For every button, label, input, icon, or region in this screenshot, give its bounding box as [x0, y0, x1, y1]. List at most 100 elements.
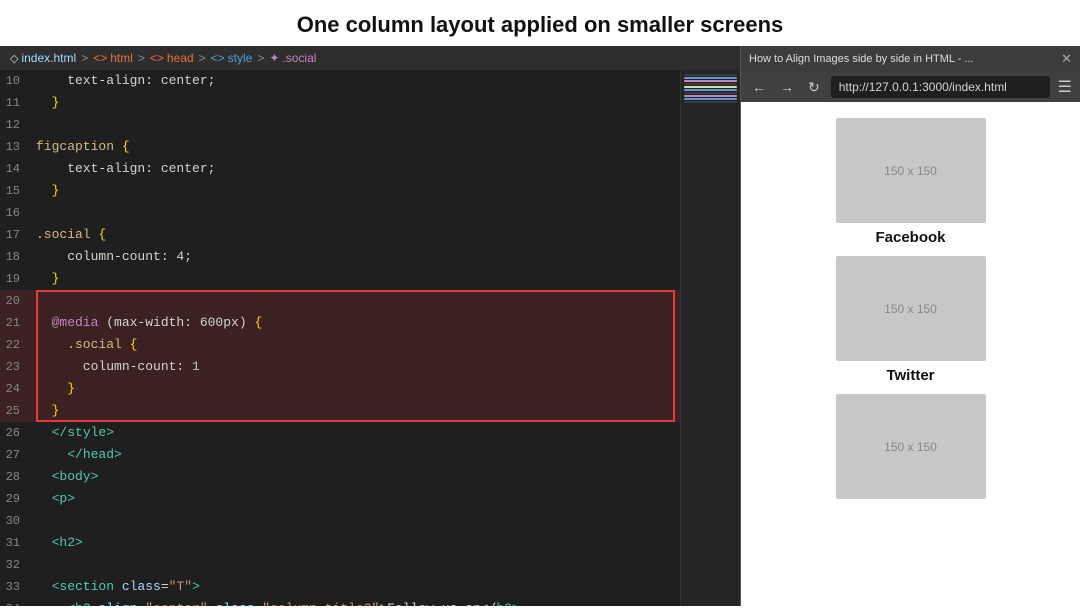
- line-number: 27: [0, 444, 36, 466]
- line-number: 32: [0, 554, 36, 576]
- line-number: 19: [0, 268, 36, 290]
- minimap-line: [684, 74, 737, 76]
- social-item: 150 x 150: [836, 394, 986, 499]
- breadcrumb-social: ✦ .social: [269, 51, 316, 65]
- line-code: }: [36, 378, 740, 400]
- placeholder-image: 150 x 150: [836, 256, 986, 361]
- minimap-line: [684, 80, 737, 82]
- code-line: 31 <h2>: [0, 532, 740, 554]
- line-number: 31: [0, 532, 36, 554]
- style-icon: <>: [211, 51, 225, 65]
- line-code: column-count: 4;: [36, 246, 740, 268]
- line-code: <h2 align="center" class="column-title2"…: [36, 598, 740, 606]
- line-code: <h2>: [36, 532, 740, 554]
- url-bar[interactable]: http://127.0.0.1:3000/index.html: [831, 76, 1050, 98]
- head-icon: <>: [150, 51, 164, 65]
- minimap-line: [684, 86, 737, 88]
- line-number: 23: [0, 356, 36, 378]
- social-icon: ✦: [269, 51, 279, 65]
- file-icon: ◇: [10, 52, 18, 65]
- line-number: 22: [0, 334, 36, 356]
- line-number: 30: [0, 510, 36, 532]
- minimap-line: [684, 83, 737, 85]
- line-code: }: [36, 400, 740, 422]
- code-line: 14 text-align: center;: [0, 158, 740, 180]
- minimap: [680, 70, 740, 606]
- line-code: </head>: [36, 444, 740, 466]
- line-number: 16: [0, 202, 36, 224]
- code-line: 12: [0, 114, 740, 136]
- line-number: 12: [0, 114, 36, 136]
- code-line: 17.social {: [0, 224, 740, 246]
- line-code: text-align: center;: [36, 70, 740, 92]
- line-code: .social {: [36, 224, 740, 246]
- line-number: 24: [0, 378, 36, 400]
- minimap-line: [684, 98, 737, 100]
- line-number: 21: [0, 312, 36, 334]
- line-number: 25: [0, 400, 36, 422]
- code-line: 11 }: [0, 92, 740, 114]
- breadcrumb-sep3: >: [199, 51, 206, 65]
- social-item: 150 x 150Facebook: [836, 118, 986, 246]
- line-number: 14: [0, 158, 36, 180]
- code-line: 16: [0, 202, 740, 224]
- code-line: 22 .social {: [0, 334, 740, 356]
- page-title: One column layout applied on smaller scr…: [0, 0, 1080, 46]
- line-number: 10: [0, 70, 36, 92]
- line-code: <p>: [36, 488, 740, 510]
- code-line: 34 <h2 align="center" class="column-titl…: [0, 598, 740, 606]
- minimap-line: [684, 89, 737, 91]
- code-line: 18 column-count: 4;: [0, 246, 740, 268]
- minimap-line: [684, 77, 737, 79]
- line-code: }: [36, 180, 740, 202]
- line-number: 13: [0, 136, 36, 158]
- url-text: http://127.0.0.1:3000/index.html: [839, 80, 1007, 94]
- breadcrumb-style: <> style: [211, 51, 253, 65]
- line-number: 15: [0, 180, 36, 202]
- browser-tab-title: How to Align Images side by side in HTML…: [749, 53, 1055, 65]
- code-line: 28 <body>: [0, 466, 740, 488]
- code-line: 23 column-count: 1: [0, 356, 740, 378]
- code-line: 10 text-align: center;: [0, 70, 740, 92]
- code-line: 32: [0, 554, 740, 576]
- line-number: 33: [0, 576, 36, 598]
- forward-button[interactable]: →: [777, 77, 797, 97]
- placeholder-image: 150 x 150: [836, 118, 986, 223]
- code-line: 20: [0, 290, 740, 312]
- breadcrumb-index: index.html: [21, 51, 76, 65]
- code-line: 30: [0, 510, 740, 532]
- breadcrumb-head: <> head: [150, 51, 194, 65]
- placeholder-image: 150 x 150: [836, 394, 986, 499]
- code-line: 25 }: [0, 400, 740, 422]
- minimap-line: [684, 95, 737, 97]
- code-line: 13figcaption {: [0, 136, 740, 158]
- back-button[interactable]: ←: [749, 77, 769, 97]
- browser-close-button[interactable]: ✕: [1061, 51, 1072, 67]
- line-code: text-align: center;: [36, 158, 740, 180]
- line-code: @media (max-width: 600px) {: [36, 312, 740, 334]
- line-number: 20: [0, 290, 36, 312]
- browser-panel: How to Align Images side by side in HTML…: [740, 46, 1080, 606]
- reload-button[interactable]: ↻: [805, 77, 823, 98]
- main-container: ◇ index.html > <> html > <> head > <> st…: [0, 46, 1080, 606]
- line-code: </style>: [36, 422, 740, 444]
- line-number: 34: [0, 598, 36, 606]
- line-number: 18: [0, 246, 36, 268]
- browser-toolbar: ← → ↻ http://127.0.0.1:3000/index.html ☰: [741, 72, 1080, 102]
- code-editor: ◇ index.html > <> html > <> head > <> st…: [0, 46, 740, 606]
- line-number: 26: [0, 422, 36, 444]
- line-code: .social {: [36, 334, 740, 356]
- browser-content: 150 x 150Facebook150 x 150Twitter150 x 1…: [741, 102, 1080, 606]
- code-line: 33 <section class="T">: [0, 576, 740, 598]
- line-code: column-count: 1: [36, 356, 740, 378]
- line-number: 28: [0, 466, 36, 488]
- code-line: 21 @media (max-width: 600px) {: [0, 312, 740, 334]
- line-number: 29: [0, 488, 36, 510]
- code-line: 24 }: [0, 378, 740, 400]
- browser-menu-button[interactable]: ☰: [1058, 77, 1072, 97]
- minimap-line: [684, 101, 737, 103]
- breadcrumb-sep: >: [81, 51, 88, 65]
- line-number: 17: [0, 224, 36, 246]
- breadcrumb-sep2: >: [138, 51, 145, 65]
- code-content: 10 text-align: center;11 }1213figcaption…: [0, 70, 740, 606]
